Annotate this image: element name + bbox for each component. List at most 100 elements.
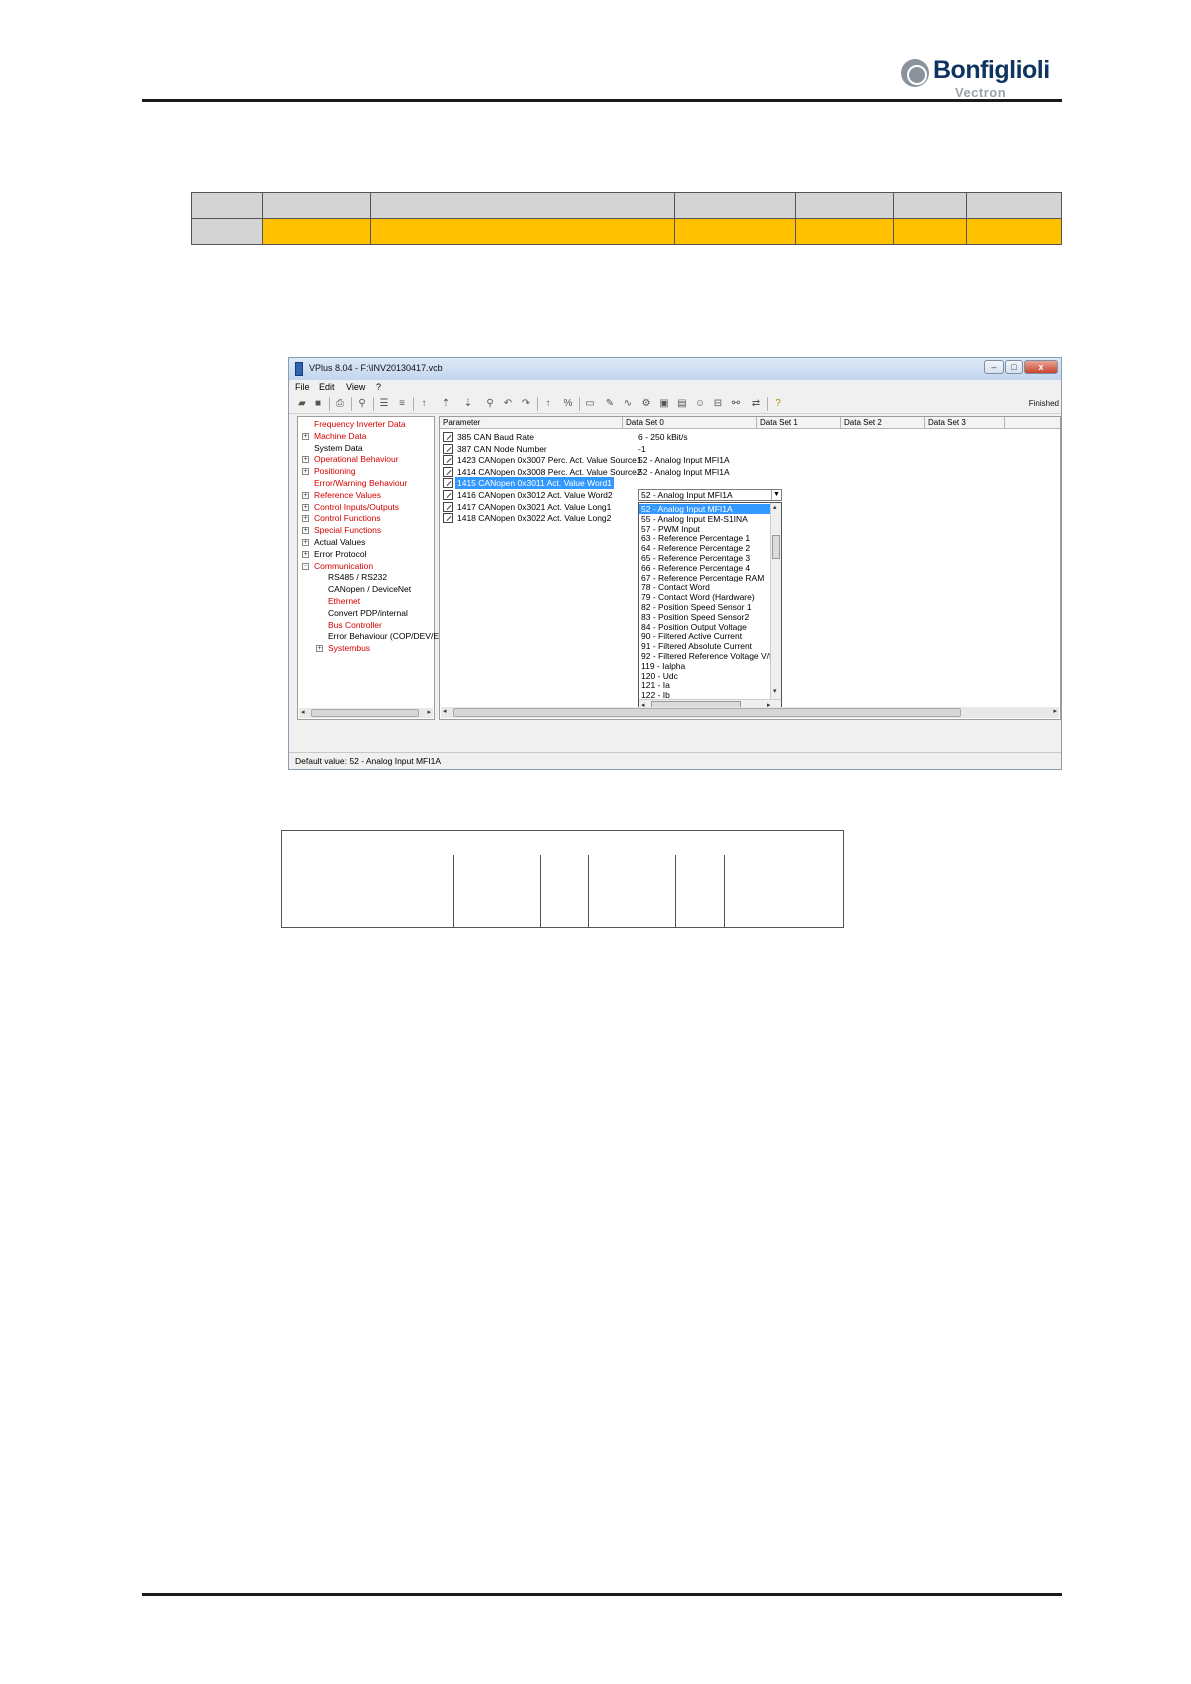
tool-icon[interactable]: ⚲: [355, 397, 369, 411]
column-header-parameter[interactable]: Parameter: [440, 417, 623, 429]
dropdown-option[interactable]: 63 - Reference Percentage 1: [639, 533, 771, 543]
collapse-icon[interactable]: -: [302, 562, 309, 570]
tree-item[interactable]: System Data: [314, 443, 363, 454]
tree-item[interactable]: Convert PDP/internal: [328, 608, 408, 619]
dropdown-option[interactable]: 120 - Udc: [639, 671, 771, 681]
undo-icon[interactable]: ↶: [501, 397, 515, 411]
parameter-row[interactable]: 1414 CANopen 0x3008 Perc. Act. Value Sou…: [440, 466, 1060, 478]
scroll-right-icon[interactable]: ▸: [1053, 707, 1057, 715]
tree-view-icon[interactable]: ☰: [377, 397, 391, 411]
parameter-value[interactable]: -1: [638, 443, 646, 455]
dropdown-option[interactable]: 83 - Position Speed Sensor2: [639, 612, 771, 622]
column-header-data-set-3[interactable]: Data Set 3: [925, 417, 1005, 429]
scroll-right-icon[interactable]: ▸: [427, 708, 431, 716]
open-icon[interactable]: ▰: [295, 397, 309, 411]
tree-item[interactable]: Positioning: [314, 466, 356, 477]
dropdown-option[interactable]: 78 - Contact Word: [639, 582, 771, 592]
maximize-button[interactable]: □: [1005, 360, 1023, 374]
tree-item[interactable]: Reference Values: [314, 490, 381, 501]
tree-item[interactable]: Special Functions: [314, 525, 381, 536]
parameter-row[interactable]: 1423 CANopen 0x3007 Perc. Act. Value Sou…: [440, 454, 1060, 466]
percent-icon[interactable]: %: [561, 397, 575, 411]
dropdown-option[interactable]: 66 - Reference Percentage 4: [639, 563, 771, 573]
clipboard-icon[interactable]: ▤: [675, 397, 689, 411]
dropdown-option[interactable]: 65 - Reference Percentage 3: [639, 553, 771, 563]
scroll-thumb[interactable]: [311, 709, 419, 717]
scroll-left-icon[interactable]: ◂: [301, 708, 305, 716]
tree-item[interactable]: Error Protocol: [314, 549, 366, 560]
tree-item[interactable]: Machine Data: [314, 431, 366, 442]
menu-edit[interactable]: Edit: [319, 382, 335, 392]
display-icon[interactable]: ▣: [657, 397, 671, 411]
tree-item[interactable]: Error/Warning Behaviour: [314, 478, 407, 489]
column-header-data-set-0[interactable]: Data Set 0: [623, 417, 757, 429]
tree-item[interactable]: Control Functions: [314, 513, 381, 524]
upload-params-icon[interactable]: ⇡: [439, 397, 453, 411]
scroll-thumb[interactable]: [453, 708, 961, 717]
menu-help[interactable]: ?: [376, 382, 381, 392]
column-header-data-set-2[interactable]: Data Set 2: [841, 417, 925, 429]
dropdown-option[interactable]: 119 - Ialpha: [639, 661, 771, 671]
scope-icon[interactable]: ∿: [621, 397, 635, 411]
connect-icon[interactable]: ⇄: [749, 397, 763, 411]
tree-item[interactable]: Bus Controller: [328, 620, 382, 631]
redo-icon[interactable]: ↷: [519, 397, 533, 411]
dropdown-option[interactable]: 64 - Reference Percentage 2: [639, 543, 771, 553]
tree-item[interactable]: Ethernet: [328, 596, 360, 607]
dropdown-option[interactable]: 84 - Position Output Voltage: [639, 622, 771, 632]
expand-icon[interactable]: +: [302, 456, 309, 464]
tree-item[interactable]: Frequency Inverter Data: [314, 419, 406, 430]
wrench-icon[interactable]: ✎: [603, 397, 617, 411]
parameter-row[interactable]: 387 CAN Node Number -1: [440, 443, 1060, 455]
parameter-row[interactable]: 1415 CANopen 0x3011 Act. Value Word1: [440, 477, 1060, 490]
dropdown-option[interactable]: 57 - PWM Input: [639, 524, 771, 534]
dropdown-option[interactable]: 55 - Analog Input EM-S1INA: [639, 514, 771, 524]
help-icon[interactable]: ?: [771, 397, 785, 411]
expand-icon[interactable]: +: [302, 527, 309, 535]
parameter-value[interactable]: 6 - 250 kBit/s: [638, 431, 688, 443]
arrow-up-icon[interactable]: ↑: [541, 397, 555, 411]
search-icon[interactable]: ⚲: [483, 397, 497, 411]
tree-item[interactable]: Systembus: [328, 643, 370, 654]
menu-view[interactable]: View: [346, 382, 365, 392]
list-view-icon[interactable]: ≡: [395, 397, 409, 411]
scroll-up-icon[interactable]: ▴: [773, 503, 777, 511]
settings-icon[interactable]: ⚙: [639, 397, 653, 411]
dropdown-option[interactable]: 91 - Filtered Absolute Current: [639, 641, 771, 651]
dropdown-option[interactable]: 79 - Contact Word (Hardware): [639, 592, 771, 602]
upload-icon[interactable]: ↑: [417, 397, 431, 411]
tree-scrollbar[interactable]: ◂ ▸: [299, 708, 433, 718]
grid-scrollbar[interactable]: ◂ ▸: [441, 707, 1059, 718]
network-icon[interactable]: ⚯: [729, 397, 743, 411]
dropdown-option[interactable]: 82 - Position Speed Sensor 1: [639, 602, 771, 612]
user-icon[interactable]: ☺: [693, 397, 707, 411]
dropdown-option[interactable]: 121 - Ia: [639, 680, 771, 690]
download-params-icon[interactable]: ⇣: [461, 397, 475, 411]
tree-item[interactable]: Actual Values: [314, 537, 365, 548]
monitor-icon[interactable]: ▭: [583, 397, 597, 411]
chevron-down-icon[interactable]: ▼: [771, 490, 781, 500]
parameter-row[interactable]: 385 CAN Baud Rate 6 - 250 kBit/s: [440, 431, 1060, 443]
dropdown-option[interactable]: 90 - Filtered Active Current: [639, 631, 771, 641]
tree-item[interactable]: Error Behaviour (COP/DEV/Eth: [328, 631, 446, 642]
data-set-0-combobox[interactable]: 52 - Analog Input MFI1A ▼: [638, 489, 782, 501]
expand-icon[interactable]: +: [302, 491, 309, 499]
tree-item[interactable]: RS485 / RS232: [328, 572, 387, 583]
tree-item[interactable]: Operational Behaviour: [314, 454, 399, 465]
expand-icon[interactable]: +: [302, 539, 309, 546]
save-icon[interactable]: ■: [311, 397, 325, 411]
expand-icon[interactable]: +: [302, 432, 309, 440]
expand-icon[interactable]: +: [302, 550, 309, 558]
dropdown-option[interactable]: 67 - Reference Percentage RAM: [639, 573, 771, 583]
close-button[interactable]: x: [1024, 360, 1058, 374]
dropdown-scrollbar[interactable]: ▴ ▾: [770, 503, 781, 699]
parameter-value[interactable]: 52 - Analog Input MFI1A: [638, 454, 730, 466]
dropdown-option[interactable]: 92 - Filtered Reference Voltage V/f: [639, 651, 771, 661]
minimize-button[interactable]: –: [984, 360, 1004, 374]
expand-icon[interactable]: +: [302, 468, 309, 476]
expand-icon[interactable]: +: [302, 515, 309, 523]
tree-item[interactable]: Control Inputs/Outputs: [314, 502, 399, 513]
print-icon[interactable]: ⎙: [333, 397, 347, 411]
tree-item[interactable]: CANopen / DeviceNet: [328, 584, 411, 595]
tree-item[interactable]: Communication: [314, 561, 373, 572]
